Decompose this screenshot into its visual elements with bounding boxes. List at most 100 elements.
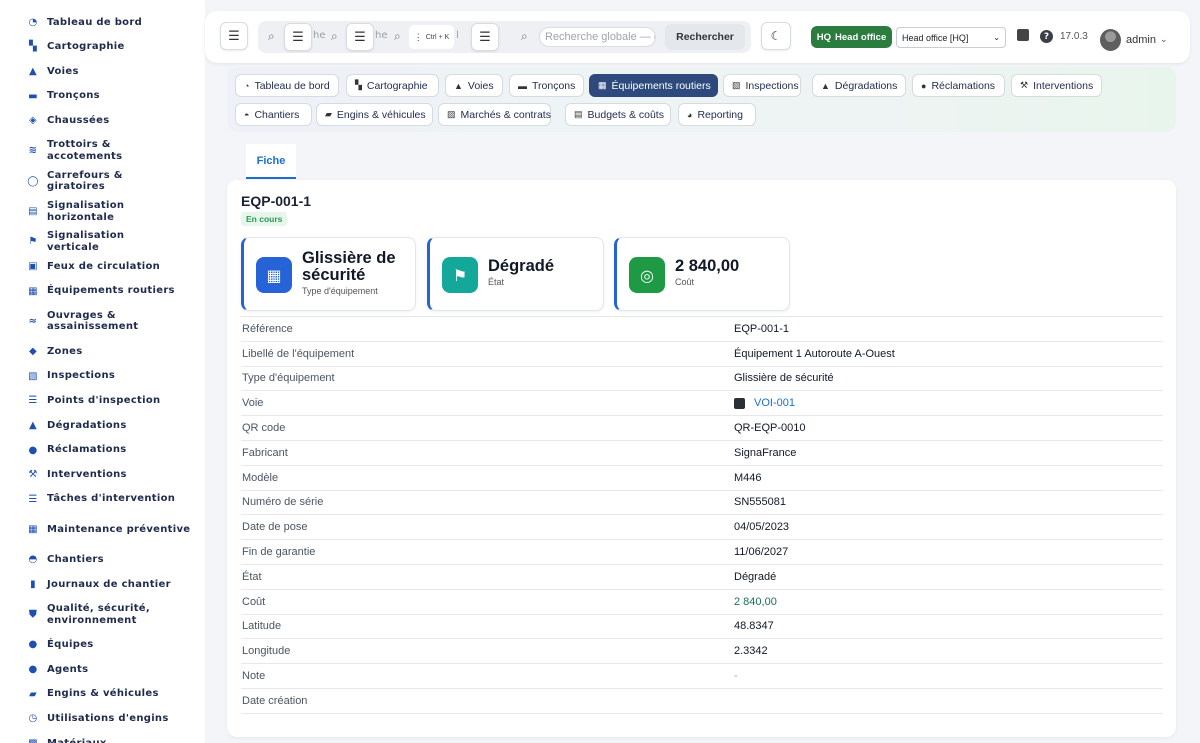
field-label: Latitude [242,620,282,633]
print-icon[interactable] [1017,29,1029,41]
more-vertical-icon: ⋮ [413,31,423,42]
nav-tab-voies[interactable]: ▲ Voies [445,74,503,97]
sidebar-item-engins-vehicules[interactable]: ▰ Engins & véhicules [0,682,205,707]
hamburger-icon: ☰ [479,29,491,45]
sidebar-item-carrefours-giratoires[interactable]: ◯ Carrefours & giratoires [0,169,205,194]
sidebar-item-qualite-securite-environnement[interactable]: ⛊ Qualité, sécurité, environnement [0,597,205,633]
sidebar-item-label: Points d'inspection [47,395,161,407]
status-badge: En cours [241,212,288,226]
field-value: 48.8347 [734,620,774,632]
sidebar-item-materiaux[interactable]: ▩ Matériaux [0,731,205,743]
nav-tab-budgets-couts[interactable]: ▤ Budgets & coûts [565,103,671,126]
sidebar-item-feux-de-circulation[interactable]: ▣ Feux de circulation [0,254,205,279]
sidebar-item-agents[interactable]: ● Agents [0,657,205,682]
nav-tab-tableau-de-bord[interactable]: ◔ Tableau de bord [235,74,339,97]
sidebar-item-trottoirs-accotements[interactable]: ≋ Trottoirs & accotements [0,133,205,169]
field-value: SignaFrance [734,447,796,459]
sidebar-item-points-d-inspection[interactable]: ☰ Points d'inspection [0,389,205,414]
field-value: - [734,670,738,682]
table-row: Libellé de l'équipement Équipement 1 Auto… [241,342,1163,367]
sidebar-item-equipements-routiers[interactable]: ▦ Équipements routiers [0,279,205,304]
sidebar-item-label: Tableau de bord [47,16,143,28]
nav-tab-marches-contrats[interactable]: ▨ Marchés & contrats [438,103,551,126]
team-icon: ● [28,639,38,651]
helmet-icon: ◓ [244,109,250,120]
sidebar-item-maintenance-preventive[interactable]: ▦ Maintenance préventive [0,512,205,548]
roundabout-icon: ◯ [27,175,39,187]
filter-toggle-button[interactable]: ☰ [284,23,312,51]
chevron-down-icon: ⌄ [1159,35,1168,45]
sidebar-item-zones[interactable]: ◆ Zones [0,339,205,364]
nav-tab-reclamations[interactable]: ● Réclamations [912,74,1005,97]
tasks-icon: ☰ [28,493,38,505]
search-group: ⌕ ☰ he ⌕ ☰ he ⌕ ⋮ Ctrl + K l ☰ ⌕ Recherc… [258,21,751,53]
sidebar-item-chantiers[interactable]: ◓ Chantiers [0,548,205,573]
sidebar-item-tableau-de-bord[interactable]: ◔ Tableau de bord [0,10,205,35]
menu-toggle-button[interactable]: ☰ [220,22,248,50]
sidebar-item-signalisation-verticale[interactable]: ⚑ Signalisation verticale [0,230,205,255]
field-value-text[interactable]: VOI-001 [754,397,795,409]
sidebar-item-label: Interventions [47,468,127,480]
field-label: Numéro de série [242,496,324,509]
office-select[interactable]: Head office [HQ] ⌄ [896,27,1006,48]
sidebar-item-label: Tâches d'intervention [47,493,176,505]
comment-icon: ● [921,80,927,91]
sidebar-item-interventions[interactable]: ⚒ Interventions [0,462,205,487]
nav-tab-cartographie[interactable]: ▚ Cartographie [346,74,439,97]
theme-toggle-button[interactable]: ☾ [761,22,791,50]
sidebar: ◔ Tableau de bord ▚ Cartographie ▲ Voies ▬ Tron… [0,0,205,743]
field-value-text: M446 [734,471,762,484]
sidebar-item-degradations[interactable]: ▲ Dégradations [0,413,205,438]
sidebar-item-inspections[interactable]: ▧ Inspections [0,364,205,389]
sidebar-item-signalisation-horizontale[interactable]: ▤ Signalisation horizontale [0,194,205,230]
table-row: Coût 2 840,00 [241,590,1163,615]
nav-tab-reporting[interactable]: ◕ Reporting [678,103,756,126]
filter-toggle-button[interactable]: ☰ [346,23,374,51]
sidebar-item-troncons[interactable]: ▬ Tronçons [0,84,205,109]
sidebar-item-journaux-de-chantier[interactable]: ▮ Journaux de chantier [0,572,205,597]
tab-fiche[interactable]: Fiche [246,144,296,179]
sidebar-item-reclamations[interactable]: ● Réclamations [0,438,205,463]
nav-tab-label: Tronçons [532,79,576,92]
search-icon: ⌕ [331,29,338,43]
shortcut-label: Ctrl + K [425,33,450,41]
sidebar-item-ouvrages-assainissement[interactable]: ≈ Ouvrages & assainissement [0,303,205,339]
field-value: 11/06/2027 [734,546,788,558]
global-search-input[interactable]: Recherche globale — c [539,27,656,47]
field-label: Coût [242,595,266,608]
nav-tab-engins-vehicules[interactable]: ▰ Engins & véhicules [316,103,433,126]
comment-icon: ● [28,444,38,456]
user-menu[interactable]: admin ⌄ [1100,29,1168,51]
search-button[interactable]: Rechercher [665,24,745,50]
filter-toggle-button[interactable]: ☰ [471,23,499,51]
sidebar-item-cartographie[interactable]: ▚ Cartographie [0,35,205,60]
nav-tab-chantiers[interactable]: ◓ Chantiers [235,103,312,126]
field-value: QR-EQP-0010 [734,422,806,434]
nav-tab-inspections[interactable]: ▧ Inspections [723,74,801,97]
field-value-text: 48.8347 [734,620,774,633]
nav-tab-interventions[interactable]: ⚒ Interventions [1011,74,1102,97]
coins-icon: ◎ [629,257,665,293]
coins-icon: ▤ [574,109,583,119]
field-label: Fin de garantie [242,546,316,559]
nav-tab-degradations[interactable]: ▲ Dégradations [812,74,906,97]
detail-card: EQP-001-1 En cours ▦ Glissière de sécurit… [227,180,1176,737]
kpi-value: Glissière de sécurité [302,249,396,284]
table-row: Longitude 2.3342 [241,639,1163,665]
layers-icon: ◈ [29,115,37,127]
sidebar-item-chaussees[interactable]: ◈ Chaussées [0,108,205,133]
module-nav: ◔ Tableau de bord ▚ Cartographie ▲ Voies ▬ Tron… [227,67,1176,132]
sidebar-item-taches-d-intervention[interactable]: ☰ Tâches d'intervention [0,487,205,512]
sidebar-item-label: Journaux de chantier [47,578,171,590]
nav-tab-troncons[interactable]: ▬ Tronçons [509,74,584,97]
field-value: SN555081 [734,496,786,508]
field-value[interactable]: VOI-001 [734,397,795,409]
sidebar-item-equipes[interactable]: ● Équipes [0,633,205,658]
sidebar-item-utilisations-d-engins[interactable]: ◷ Utilisations d'engins [0,706,205,731]
office-badge[interactable]: HQ Head office [811,26,892,48]
nav-tab-equipements-routiers[interactable]: ▦ Équipements routiers [589,74,718,97]
road-icon: ▲ [454,80,463,91]
map-icon: ▚ [29,41,37,53]
help-icon[interactable]: ? [1040,30,1053,43]
sidebar-item-voies[interactable]: ▲ Voies [0,59,205,84]
